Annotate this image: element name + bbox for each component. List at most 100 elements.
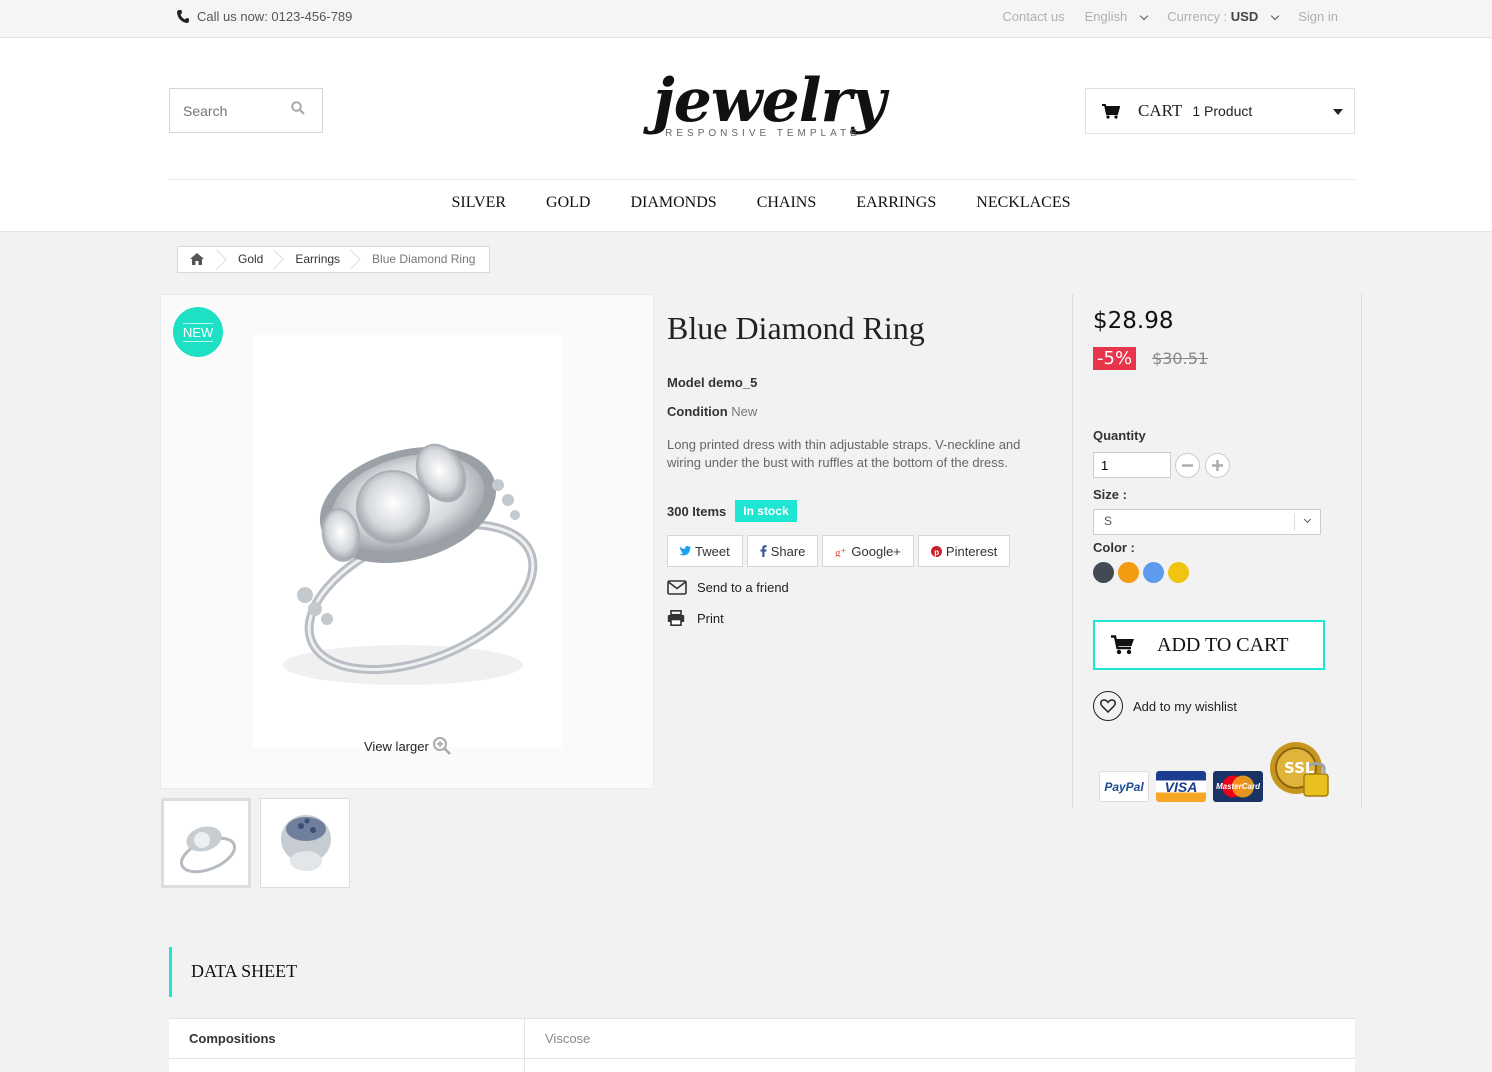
language-label: English [1084, 9, 1128, 24]
mastercard-label: MasterCard [1215, 782, 1260, 791]
chevron-down-icon [1271, 11, 1280, 21]
phone-icon [177, 10, 189, 23]
color-swatch-dark[interactable] [1093, 562, 1114, 583]
googleplus-button[interactable]: g + Google+ [822, 535, 914, 567]
stock-badge: In stock [735, 500, 797, 522]
condition-label: Condition [667, 404, 728, 419]
tweet-label: Tweet [695, 543, 730, 559]
discount-info: -5% $30.51 [1093, 347, 1208, 370]
items-count: 300 Items [667, 503, 727, 519]
ssl-badge: SSL [1270, 740, 1332, 802]
datasheet-key-empty [169, 1059, 525, 1072]
size-select[interactable]: S [1093, 509, 1321, 535]
datasheet-key: Compositions [169, 1019, 525, 1058]
color-swatch-yellow[interactable] [1168, 562, 1189, 583]
send-to-friend-label: Send to a friend [697, 580, 789, 595]
product-model: Model demo_5 [667, 375, 758, 390]
search-icon[interactable] [291, 101, 305, 115]
product-image[interactable] [253, 335, 562, 748]
chevron-down-icon [1294, 513, 1320, 531]
contact-link[interactable]: Contact us [1002, 9, 1064, 24]
buy-box: $28.98 -5% $30.51 Quantity Size : S Colo… [1072, 294, 1362, 808]
heart-icon [1100, 699, 1116, 713]
envelope-icon [667, 580, 687, 595]
language-select[interactable]: English [1084, 9, 1149, 24]
wishlist-link[interactable]: Add to my wishlist [1093, 691, 1237, 721]
dome-ring-thumbnail [281, 815, 331, 871]
currency-select[interactable]: Currency : USD [1167, 9, 1280, 24]
datasheet-title: DATA SHEET [169, 947, 297, 997]
breadcrumb-gold[interactable]: Gold [220, 247, 277, 272]
nav-necklaces[interactable]: NECKLACES [976, 194, 1070, 212]
thumbnail-2[interactable] [260, 798, 350, 888]
print-link[interactable]: Print [667, 610, 724, 626]
signin-link[interactable]: Sign in [1298, 9, 1338, 24]
ring-thumbnail [180, 826, 236, 874]
cart-icon [1102, 103, 1120, 119]
product-image-panel: NEW View larger [160, 294, 654, 789]
zoom-in-icon [432, 737, 451, 755]
site-logo[interactable]: jewelry RESPONSIVE TEMPLATE [653, 66, 886, 139]
breadcrumb-earrings[interactable]: Earrings [277, 247, 354, 272]
nav-silver[interactable]: SILVER [451, 194, 506, 212]
add-to-cart-button[interactable]: ADD TO CART [1093, 620, 1325, 670]
mastercard-logo: MasterCard [1213, 771, 1263, 802]
quantity-label: Quantity [1093, 428, 1146, 443]
color-swatches [1093, 562, 1189, 583]
breadcrumb-home[interactable] [178, 247, 220, 272]
pinterest-button[interactable]: p Pinterest [917, 535, 1011, 567]
datasheet-value-empty [525, 1059, 565, 1072]
divider [169, 179, 1355, 180]
chevron-down-icon [1139, 11, 1149, 21]
main-nav: SILVER GOLD DIAMONDS CHAINS EARRINGS NEC… [0, 194, 1492, 212]
facebook-icon [760, 545, 767, 557]
view-larger-link[interactable]: View larger [364, 737, 451, 755]
phone-text: Call us now: 0123-456-789 [197, 9, 353, 24]
wishlist-label: Add to my wishlist [1133, 698, 1238, 714]
new-badge: NEW [173, 307, 223, 357]
cart-button[interactable]: CART 1 Product [1085, 88, 1355, 134]
cart-label: CART [1138, 101, 1183, 120]
nav-earrings[interactable]: EARRINGS [856, 194, 936, 212]
quantity-increase-button[interactable] [1205, 453, 1230, 478]
breadcrumb-current: Blue Diamond Ring [372, 252, 476, 266]
nav-chains[interactable]: CHAINS [757, 194, 817, 212]
new-badge-label: NEW [182, 322, 214, 342]
print-label: Print [697, 610, 724, 626]
thumbnail-1[interactable] [161, 798, 251, 888]
googleplus-label: Google+ [851, 543, 901, 559]
datasheet-value: Viscose [545, 1031, 591, 1046]
minus-icon [1182, 464, 1193, 467]
search-box [169, 88, 323, 133]
plus-icon [1212, 460, 1223, 471]
pinterest-icon: p [930, 545, 942, 557]
view-larger-label: View larger [364, 738, 429, 754]
quantity-decrease-button[interactable] [1175, 453, 1200, 478]
top-bar: Call us now: 0123-456-789 Contact us Eng… [0, 0, 1492, 38]
color-swatch-orange[interactable] [1118, 562, 1139, 583]
quantity-input[interactable] [1093, 452, 1171, 478]
wishlist-circle [1093, 691, 1123, 721]
ssl-label: SSL [1284, 759, 1315, 777]
printer-icon [667, 610, 685, 626]
stock-info: 300 Items In stock [667, 500, 797, 522]
googleplus-icon: g + [835, 546, 846, 557]
tweet-button[interactable]: Tweet [667, 535, 743, 567]
home-icon [190, 253, 204, 265]
caret-down-icon [1333, 109, 1343, 115]
social-buttons: Tweet Share g + Google+ p Pinterest [667, 535, 1011, 567]
cart-icon [1111, 635, 1134, 655]
datasheet-table: Compositions Viscose [169, 1018, 1355, 1072]
ring-image [283, 443, 538, 685]
nav-diamonds[interactable]: DIAMONDS [630, 194, 716, 212]
search-input[interactable] [170, 89, 280, 132]
send-to-friend-link[interactable]: Send to a friend [667, 580, 789, 595]
share-button[interactable]: Share [746, 535, 819, 567]
nav-gold[interactable]: GOLD [546, 194, 590, 212]
product-price: $28.98 [1093, 308, 1174, 334]
twitter-icon [680, 546, 691, 556]
cart-count: 1 Product [1192, 103, 1253, 119]
phone-info: Call us now: 0123-456-789 [177, 9, 352, 24]
color-swatch-blue[interactable] [1143, 562, 1164, 583]
condition-value: New [731, 404, 758, 419]
